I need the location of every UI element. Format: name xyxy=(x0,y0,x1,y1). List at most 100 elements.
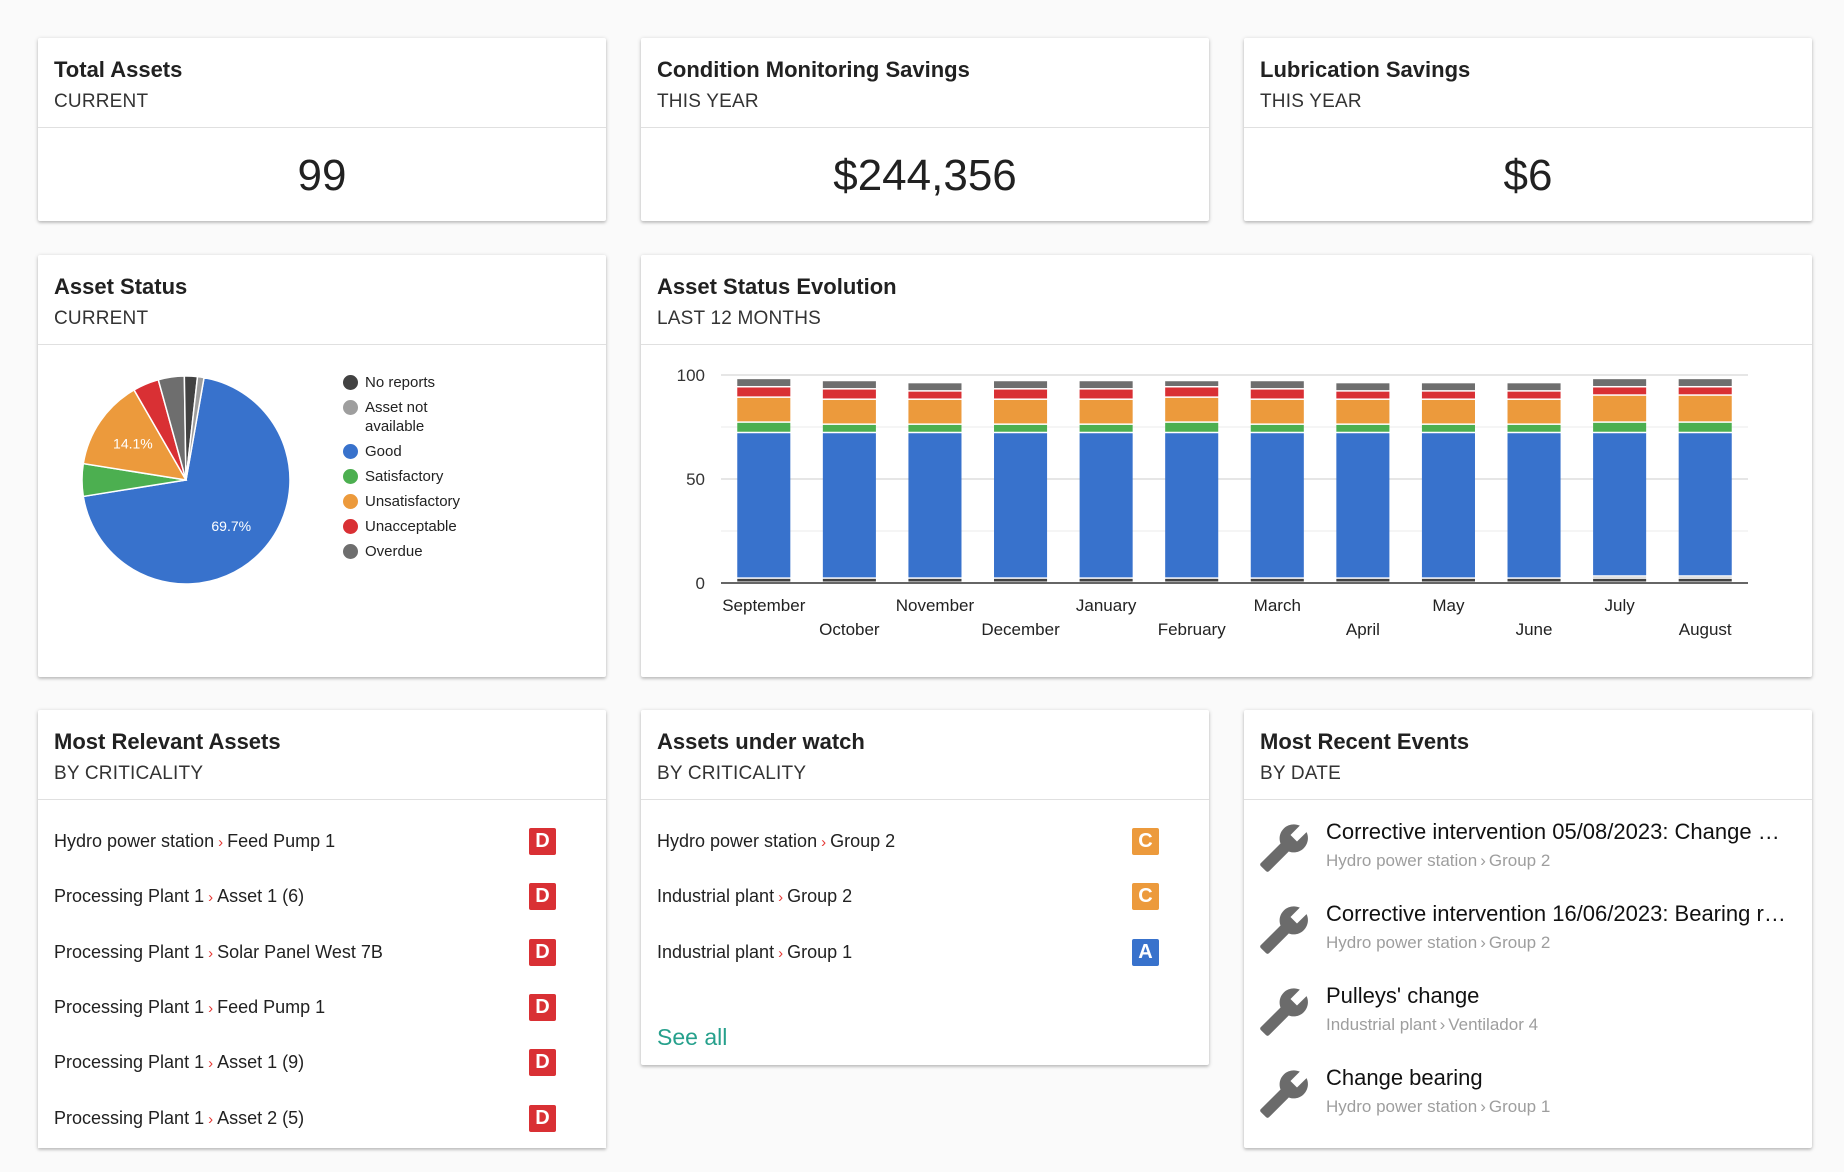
bar-segment-unacceptable[interactable] xyxy=(1421,391,1475,399)
bar-segment-unsatisfactory[interactable] xyxy=(737,397,791,422)
asset-path[interactable]: Processing Plant 1 › Asset 1 (6) xyxy=(54,886,304,907)
bar-segment-overdue[interactable] xyxy=(737,379,791,386)
bar-segment-unsatisfactory[interactable] xyxy=(1079,399,1133,424)
event-item[interactable]: Pulleys' change Industrial plant › Ventilad… xyxy=(1244,982,1812,1064)
asset-list-item[interactable]: Processing Plant 1 › Asset 1 (6) D xyxy=(54,869,590,924)
event-title[interactable]: Corrective intervention 16/06/2023: Bear… xyxy=(1326,900,1786,928)
asset-path[interactable]: Hydro power station › Feed Pump 1 xyxy=(54,831,335,852)
event-title[interactable]: Pulleys' change xyxy=(1326,982,1786,1010)
bar-segment-unsatisfactory[interactable] xyxy=(1593,395,1647,422)
bar-segment-good[interactable] xyxy=(1421,433,1475,578)
see-all-link[interactable]: See all xyxy=(657,1024,727,1051)
bar-segment-no-reports[interactable] xyxy=(994,578,1048,582)
asset-path[interactable]: Hydro power station › Group 2 xyxy=(657,831,895,852)
bar-segment-satisfactory[interactable] xyxy=(994,424,1048,432)
bar-segment-unacceptable[interactable] xyxy=(1336,391,1390,399)
bar-segment-unsatisfactory[interactable] xyxy=(1421,399,1475,424)
legend-item-unacceptable[interactable]: Unacceptable xyxy=(343,517,475,536)
bar-segment-satisfactory[interactable] xyxy=(737,422,791,432)
bar-segment-unacceptable[interactable] xyxy=(1593,387,1647,395)
bar-segment-overdue[interactable] xyxy=(1165,381,1219,386)
bar-segment-good[interactable] xyxy=(1678,433,1732,576)
bar-segment-no-reports[interactable] xyxy=(1507,578,1561,582)
event-title[interactable]: Change bearing xyxy=(1326,1064,1786,1092)
bar-segment-unacceptable[interactable] xyxy=(1507,391,1561,399)
legend-item-overdue[interactable]: Overdue xyxy=(343,542,475,561)
legend-item-satisfactory[interactable]: Satisfactory xyxy=(343,467,475,486)
asset-path[interactable]: Industrial plant › Group 2 xyxy=(657,886,852,907)
bar-segment-good[interactable] xyxy=(908,433,962,578)
asset-list-item[interactable]: Processing Plant 1 › Solar Panel West 7B D xyxy=(54,925,590,980)
bar-segment-unacceptable[interactable] xyxy=(1165,387,1219,397)
bar-segment-satisfactory[interactable] xyxy=(1507,424,1561,432)
bar-segment-unsatisfactory[interactable] xyxy=(1250,399,1304,424)
bar-segment-unacceptable[interactable] xyxy=(737,387,791,397)
bar-segment-good[interactable] xyxy=(1165,433,1219,578)
bar-segment-no-reports[interactable] xyxy=(1079,578,1133,582)
bar-segment-good[interactable] xyxy=(1250,433,1304,578)
asset-list-item[interactable]: Hydro power station › Group 2 C xyxy=(657,814,1193,869)
bar-segment-overdue[interactable] xyxy=(1678,379,1732,386)
bar-segment-unacceptable[interactable] xyxy=(908,391,962,399)
bar-segment-no-reports[interactable] xyxy=(1678,578,1732,582)
bar-segment-unacceptable[interactable] xyxy=(1250,389,1304,399)
asset-list-item[interactable]: Industrial plant › Group 2 C xyxy=(657,869,1193,924)
bar-segment-unacceptable[interactable] xyxy=(994,389,1048,399)
bar-segment-overdue[interactable] xyxy=(1421,383,1475,391)
bar-segment-unsatisfactory[interactable] xyxy=(908,399,962,424)
bar-segment-overdue[interactable] xyxy=(908,383,962,391)
bar-segment-satisfactory[interactable] xyxy=(1079,424,1133,432)
event-item[interactable]: Corrective intervention 05/08/2023: Chan… xyxy=(1244,818,1812,900)
bar-segment-no-reports[interactable] xyxy=(1165,578,1219,582)
bar-segment-satisfactory[interactable] xyxy=(1336,424,1390,432)
bar-segment-unacceptable[interactable] xyxy=(1079,389,1133,399)
bar-segment-good[interactable] xyxy=(737,433,791,578)
bar-segment-overdue[interactable] xyxy=(822,381,876,389)
legend-item-asset-not-available[interactable]: Asset not available xyxy=(343,398,475,436)
bar-segment-asset-not-available[interactable] xyxy=(1593,576,1647,578)
event-item[interactable]: Change bearing Hydro power station › Group … xyxy=(1244,1064,1812,1146)
bar-segment-overdue[interactable] xyxy=(1507,383,1561,391)
legend-item-unsatisfactory[interactable]: Unsatisfactory xyxy=(343,492,475,511)
bar-segment-good[interactable] xyxy=(994,433,1048,578)
bar-segment-no-reports[interactable] xyxy=(1336,578,1390,582)
event-item[interactable]: Corrective intervention 16/06/2023: Bear… xyxy=(1244,900,1812,982)
bar-segment-satisfactory[interactable] xyxy=(1250,424,1304,432)
asset-list-item[interactable]: Processing Plant 1 › Asset 1 (9) D xyxy=(54,1035,590,1090)
bar-segment-no-reports[interactable] xyxy=(1421,578,1475,582)
bar-segment-good[interactable] xyxy=(1079,433,1133,578)
bar-segment-good[interactable] xyxy=(1593,433,1647,576)
bar-segment-unsatisfactory[interactable] xyxy=(1336,399,1390,424)
bar-segment-good[interactable] xyxy=(822,433,876,578)
bar-segment-good[interactable] xyxy=(1507,433,1561,578)
bar-segment-satisfactory[interactable] xyxy=(822,424,876,432)
bar-segment-unsatisfactory[interactable] xyxy=(822,399,876,424)
bar-segment-satisfactory[interactable] xyxy=(1421,424,1475,432)
bar-segment-overdue[interactable] xyxy=(1593,379,1647,386)
bar-segment-no-reports[interactable] xyxy=(737,578,791,582)
bar-segment-good[interactable] xyxy=(1336,433,1390,578)
asset-path[interactable]: Processing Plant 1 › Asset 2 (5) xyxy=(54,1108,304,1129)
asset-path[interactable]: Industrial plant › Group 1 xyxy=(657,942,852,963)
bar-segment-overdue[interactable] xyxy=(994,381,1048,389)
bar-segment-asset-not-available[interactable] xyxy=(1678,576,1732,578)
event-title[interactable]: Corrective intervention 05/08/2023: Chan… xyxy=(1326,818,1786,846)
asset-list-item[interactable]: Industrial plant › Group 1 A xyxy=(657,925,1193,980)
bar-segment-overdue[interactable] xyxy=(1079,381,1133,389)
bar-segment-overdue[interactable] xyxy=(1250,381,1304,389)
bar-segment-satisfactory[interactable] xyxy=(1165,422,1219,432)
bar-segment-overdue[interactable] xyxy=(1336,383,1390,391)
legend-item-no-reports[interactable]: No reports xyxy=(343,373,475,392)
bar-segment-satisfactory[interactable] xyxy=(908,424,962,432)
bar-segment-no-reports[interactable] xyxy=(1250,578,1304,582)
asset-list-item[interactable]: Hydro power station › Feed Pump 1 D xyxy=(54,814,590,869)
bar-segment-unsatisfactory[interactable] xyxy=(1165,397,1219,422)
bar-segment-unsatisfactory[interactable] xyxy=(994,399,1048,424)
asset-list-item[interactable]: Processing Plant 1 › Asset 2 (5) D xyxy=(54,1090,590,1145)
bar-segment-unacceptable[interactable] xyxy=(1678,387,1732,395)
bar-segment-no-reports[interactable] xyxy=(1593,578,1647,582)
bar-segment-satisfactory[interactable] xyxy=(1593,422,1647,432)
asset-path[interactable]: Processing Plant 1 › Feed Pump 1 xyxy=(54,997,325,1018)
asset-list-item[interactable]: Processing Plant 1 › Feed Pump 1 D xyxy=(54,980,590,1035)
legend-item-good[interactable]: Good xyxy=(343,442,475,461)
